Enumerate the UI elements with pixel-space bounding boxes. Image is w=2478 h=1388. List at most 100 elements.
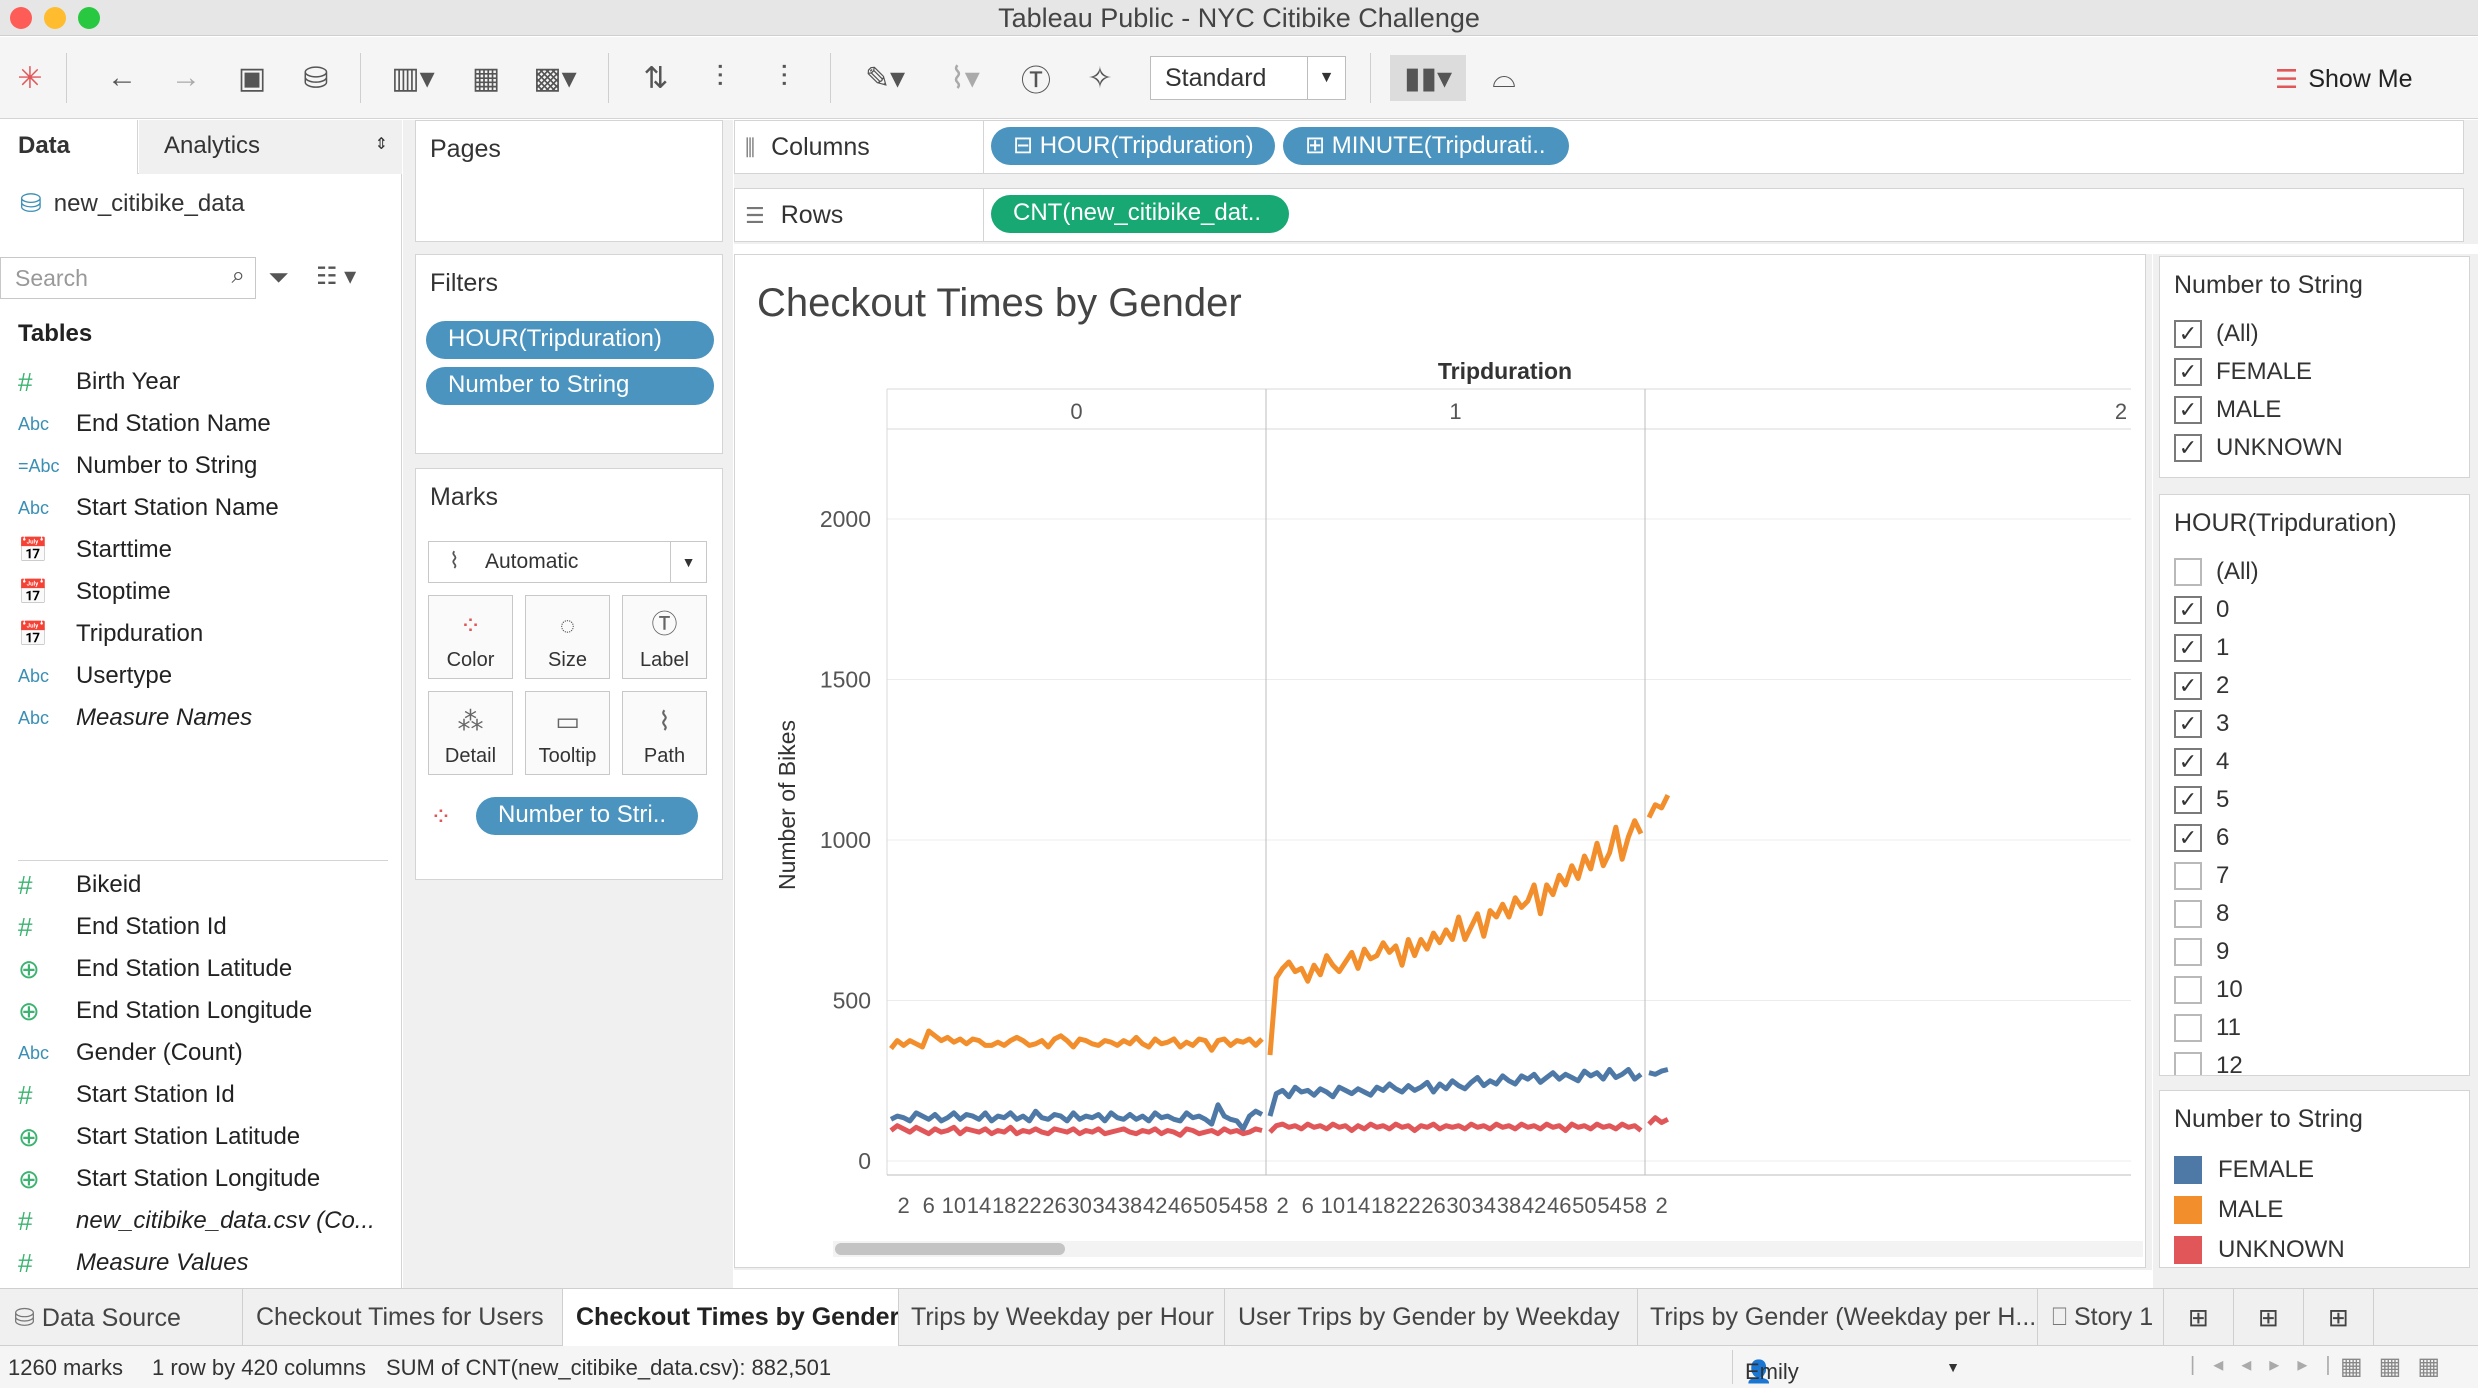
legend-item[interactable]: UNKNOWN [2174,1231,2345,1267]
sheet-sorter-icon[interactable]: ▦▦▦ [2340,1352,2456,1381]
tab-analytics[interactable]: Analytics ⇕ [139,120,402,174]
columns-pill-hour[interactable]: ⊟ HOUR(Tripduration) [991,127,1275,165]
new-datasource-icon[interactable]: ⛁ [290,55,342,101]
path-button[interactable]: ⌇ Path [622,691,707,775]
tab-story-1[interactable]: ⎕ Story 1 [2038,1289,2164,1347]
user-menu[interactable]: 👤 Emily ▼ [1732,1350,1972,1384]
series-line-unknown-hour0[interactable] [889,1123,1263,1138]
tab-user-trips-by-gender-by-weekday[interactable]: User Trips by Gender by Weekday [1225,1289,1638,1347]
dimension-field[interactable]: 📅 Stoptime [0,572,390,612]
columns-pill-minute[interactable]: ⊞ MINUTE(Tripdurati.. [1283,127,1569,165]
line-chart[interactable]: Tripduration 0 1 2 0 500 1000 1500 2000 Number of… [735,255,2145,1267]
dimension-field[interactable]: Abc End Station Name [0,404,390,444]
filter-checkbox-item[interactable]: (All) [2174,553,2259,591]
series-line-male-hour1[interactable] [1267,818,1644,1056]
filter-checkbox-item[interactable]: 10 [2174,971,2243,1009]
filter-checkbox-item[interactable]: ✓ MALE [2174,391,2281,429]
columns-shelf[interactable]: ⫼ Columns ⊟ HOUR(Tripduration) ⊞ MINUTE(… [734,120,2464,174]
show-mark-labels-icon[interactable]: Ⓣ [1010,55,1062,101]
sort-ascending-icon[interactable]: ⫶ [694,55,746,101]
dimension-field[interactable]: 📅 Starttime [0,530,390,570]
fix-axes-icon[interactable]: ✧ [1074,55,1126,101]
measure-field[interactable]: # Start Station Id [0,1075,390,1115]
rows-shelf[interactable]: ☰ Rows CNT(new_citibike_dat.. [734,188,2464,242]
new-worksheet-icon[interactable]: ▥▾ [378,55,448,101]
series-line-female-hour0[interactable] [889,1102,1264,1132]
checkbox-checked-icon[interactable]: ✓ [2174,320,2202,348]
series-line-male-hour0[interactable] [889,1028,1264,1053]
filter-checkbox-item[interactable]: ✓ 3 [2174,705,2229,743]
scrollbar-thumb[interactable] [835,1243,1065,1255]
checkbox-unchecked-icon[interactable] [2174,1052,2202,1075]
measure-field[interactable]: # End Station Id [0,907,390,947]
dimension-field[interactable]: =Abc Number to String [0,446,390,486]
save-icon[interactable]: ▣ [226,55,278,101]
sort-descending-icon[interactable]: ⫶ [758,55,810,101]
dimension-field[interactable]: # Birth Year [0,362,390,402]
checkbox-unchecked-icon[interactable] [2174,558,2202,586]
clear-sheet-icon[interactable]: ▩▾ [520,55,590,101]
show-me-button[interactable]: ☰ Show Me [2275,64,2413,95]
checkbox-checked-icon[interactable]: ✓ [2174,748,2202,776]
new-dashboard-tab-icon[interactable]: ⊞ [2234,1289,2304,1347]
checkbox-checked-icon[interactable]: ✓ [2174,634,2202,662]
series-line-female-hour2[interactable] [1648,1067,1669,1077]
series-line-unknown-hour2[interactable] [1647,1115,1669,1126]
measure-field[interactable]: ⊕ End Station Longitude [0,991,390,1031]
filter-checkbox-item[interactable]: 8 [2174,895,2229,933]
tab-trips-by-gender-weekday[interactable]: Trips by Gender (Weekday per H... [1638,1289,2038,1347]
dimension-field[interactable]: Abc Usertype [0,656,390,696]
new-worksheet-tab-icon[interactable]: ⊞ [2164,1289,2234,1347]
filter-checkbox-item[interactable]: ✓ 4 [2174,743,2229,781]
filter-checkbox-item[interactable]: 7 [2174,857,2229,895]
checkbox-checked-icon[interactable]: ✓ [2174,672,2202,700]
detail-button[interactable]: ⁂ Detail [428,691,513,775]
forward-icon[interactable]: → [160,55,212,101]
search-input[interactable]: Search ⌕ [0,257,256,299]
checkbox-checked-icon[interactable]: ✓ [2174,358,2202,386]
dimension-field[interactable]: 📅 Tripduration [0,614,390,654]
checkbox-unchecked-icon[interactable] [2174,900,2202,928]
new-story-tab-icon[interactable]: ⊞ [2304,1289,2374,1347]
filter-checkbox-item[interactable]: ✓ FEMALE [2174,353,2312,391]
measure-field[interactable]: ⊕ Start Station Latitude [0,1117,390,1157]
tab-data[interactable]: Data [0,120,138,174]
presentation-mode-icon[interactable]: ⌓ [1478,55,1530,101]
checkbox-checked-icon[interactable]: ✓ [2174,786,2202,814]
color-button[interactable]: ⁘ Color [428,595,513,679]
checkbox-unchecked-icon[interactable] [2174,976,2202,1004]
checkbox-checked-icon[interactable]: ✓ [2174,596,2202,624]
filter-checkbox-item[interactable]: ✓ 5 [2174,781,2229,819]
tooltip-button[interactable]: ▭ Tooltip [525,691,610,775]
filter-checkbox-item[interactable]: ✓ 1 [2174,629,2229,667]
filter-checkbox-item[interactable]: ✓ (All) [2174,315,2259,353]
dimension-field[interactable]: Abc Measure Names [0,698,390,738]
sheet-nav-controls[interactable]: |◂◂▸▸| [2190,1352,2349,1377]
group-members-icon[interactable]: ⌇▾ [930,55,1000,101]
fit-select[interactable]: Standard ▼ [1150,56,1346,100]
checkbox-checked-icon[interactable]: ✓ [2174,824,2202,852]
rows-pill-cnt[interactable]: CNT(new_citibike_dat.. [991,195,1289,233]
mark-type-select[interactable]: ⌇ Automatic ▼ [428,541,707,583]
checkbox-checked-icon[interactable]: ✓ [2174,710,2202,738]
legend-item[interactable]: FEMALE [2174,1151,2314,1189]
checkbox-unchecked-icon[interactable] [2174,1014,2202,1042]
measure-field[interactable]: # new_citibike_data.csv (Co... [0,1201,390,1241]
back-icon[interactable]: ← [96,55,148,101]
color-pill-number-to-string[interactable]: Number to Stri.. [476,797,698,835]
checkbox-unchecked-icon[interactable] [2174,862,2202,890]
label-button[interactable]: Ⓣ Label [622,595,707,679]
measure-field[interactable]: Abc Gender (Count) [0,1033,390,1073]
filter-checkbox-item[interactable]: 12 [2174,1047,2243,1075]
series-line-female-hour1[interactable] [1267,1067,1643,1117]
tab-trips-by-weekday-per-hour[interactable]: Trips by Weekday per Hour [899,1289,1225,1347]
filter-pill-hour[interactable]: HOUR(Tripduration) [426,321,714,359]
measure-field[interactable]: ⊕ End Station Latitude [0,949,390,989]
dimension-field[interactable]: Abc Start Station Name [0,488,390,528]
datasource-item[interactable]: ⛁ new_citibike_data [20,188,245,219]
pages-card[interactable]: Pages [415,120,723,242]
legend-item[interactable]: MALE [2174,1191,2283,1229]
checkbox-checked-icon[interactable]: ✓ [2174,396,2202,424]
highlight-icon[interactable]: ✎▾ [850,55,920,101]
checkbox-unchecked-icon[interactable] [2174,938,2202,966]
